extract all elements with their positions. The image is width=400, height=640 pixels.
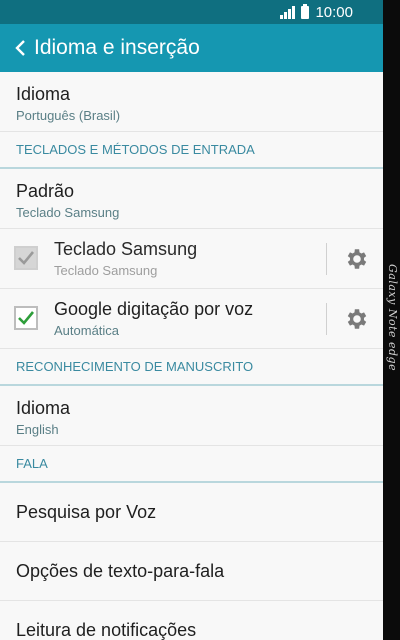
signal-icon [280,5,296,19]
handwriting-language-setting[interactable]: Idioma English [0,386,383,446]
divider [326,303,327,335]
checkmark-icon [18,251,35,265]
app-bar: Idioma e inserção [0,24,383,72]
language-setting[interactable]: Idioma Português (Brasil) [0,72,383,132]
notification-reading-setting[interactable]: Leitura de notificações [0,601,383,640]
default-keyboard-title: Padrão [16,181,75,201]
default-keyboard-value: Teclado Samsung [16,205,120,220]
gear-icon [347,309,367,329]
samsung-keyboard-checkbox[interactable] [14,246,38,270]
language-title: Idioma [16,84,71,104]
samsung-keyboard-subtitle: Teclado Samsung [54,263,158,278]
google-voice-settings-button[interactable] [342,304,372,334]
voice-search-setting[interactable]: Pesquisa por Voz [0,483,383,542]
handwriting-language-title: Idioma [16,398,71,418]
samsung-keyboard-text: Teclado Samsung Teclado Samsung [54,239,197,278]
samsung-keyboard-title: Teclado Samsung [54,239,198,259]
tts-options-title: Opções de texto-para-fala [16,560,225,581]
google-voice-text: Google digitação por voz Automática [54,299,253,338]
google-voice-subtitle: Automática [54,323,120,338]
samsung-keyboard-row: Teclado Samsung Teclado Samsung [0,229,383,289]
gear-icon [347,249,367,269]
section-header-keyboards: TECLADOS E MÉTODOS DE ENTRADA [0,132,383,169]
voice-search-title: Pesquisa por Voz [16,501,157,522]
settings-screen: 10:00 Idioma e inserção Idioma Português… [0,0,383,640]
divider [326,243,327,275]
status-bar: 10:00 [0,0,383,24]
section-header-handwriting: RECONHECIMENTO DE MANUSCRITO [0,349,383,386]
section-header-speech: FALA [0,446,383,483]
tts-options-setting[interactable]: Opções de texto-para-fala [0,542,383,601]
samsung-keyboard-settings-button[interactable] [342,244,372,274]
default-keyboard-setting[interactable]: Padrão Teclado Samsung [0,169,383,229]
handwriting-language-value: English [16,422,59,437]
page-title: Idioma e inserção [34,36,200,59]
status-time: 10:00 [315,3,353,21]
language-value: Português (Brasil) [16,108,121,123]
notification-reading-title: Leitura de notificações [16,619,197,640]
google-voice-row: Google digitação por voz Automática [0,289,383,349]
google-voice-checkbox[interactable] [14,306,38,330]
battery-icon [301,3,310,19]
checkmark-icon [18,311,35,325]
google-voice-title: Google digitação por voz [54,299,254,319]
edge-brand-label: Galaxy Note edge [386,264,399,372]
chevron-left-icon [15,40,25,56]
back-button[interactable] [10,24,30,72]
edge-screen: Galaxy Note edge [383,0,400,640]
